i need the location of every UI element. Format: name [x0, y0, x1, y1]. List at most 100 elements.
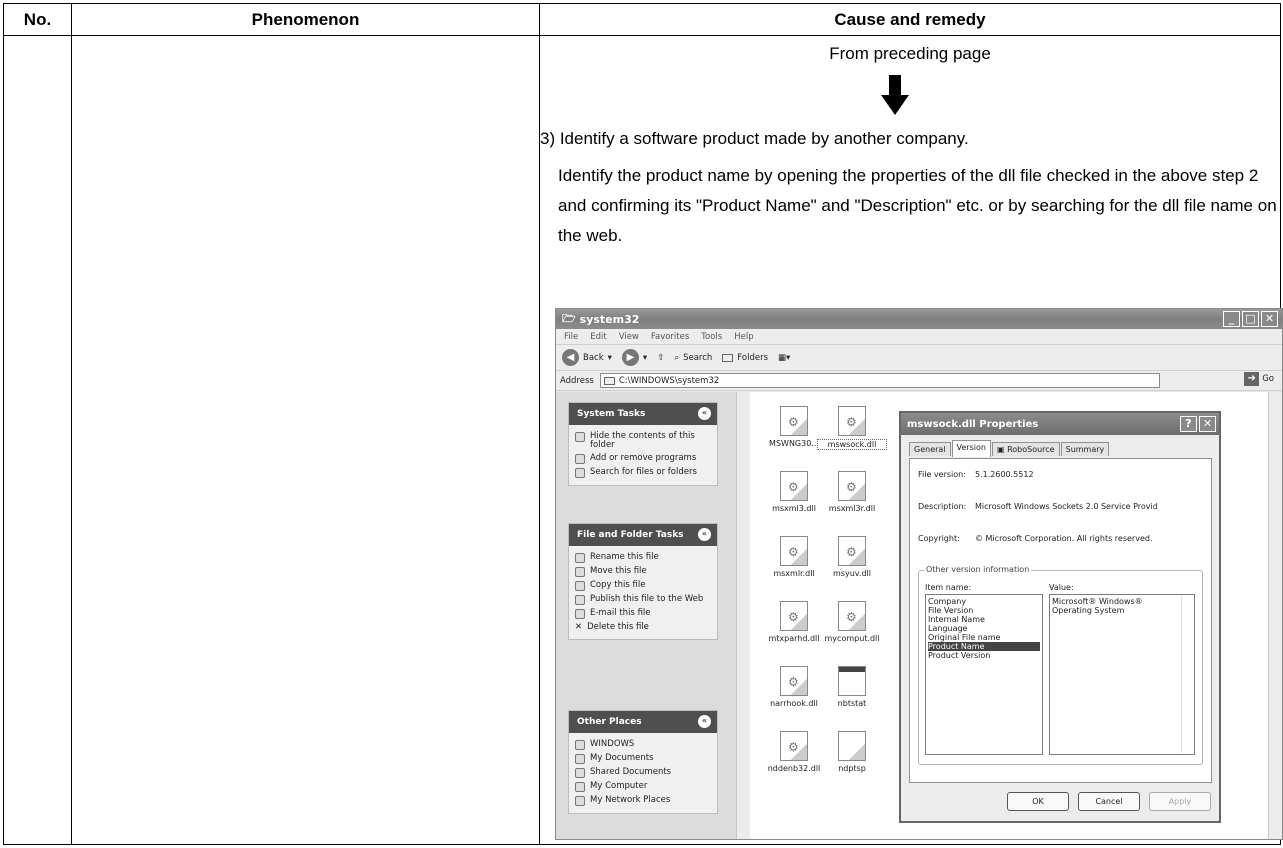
- dialog-close-button[interactable]: ✕: [1199, 416, 1216, 432]
- task-pane-scrollbar[interactable]: [736, 392, 750, 839]
- list-item[interactable]: Company: [928, 597, 1040, 606]
- dll-file-icon: ⚙: [838, 601, 866, 631]
- other-places-panel: Other Places « WINDOWS My Documents Shar…: [568, 710, 718, 814]
- tab-robosource[interactable]: ▣ RoboSource: [991, 442, 1060, 456]
- place-my-computer[interactable]: My Computer: [569, 780, 717, 794]
- explorer-titlebar[interactable]: 🗁 system32: [556, 309, 1282, 329]
- task-search[interactable]: Search for files or folders: [569, 466, 717, 480]
- dialog-footer: OK Cancel Apply: [901, 792, 1219, 811]
- other-version-info-group: Other version information Item name: Val…: [918, 565, 1203, 765]
- collapse-icon[interactable]: «: [698, 528, 711, 541]
- file-item[interactable]: ⚙ msyuv.dll: [817, 536, 887, 578]
- task-hide-contents[interactable]: Hide the contents of this folder: [569, 430, 717, 452]
- from-preceding-page: From preceding page: [829, 44, 991, 63]
- apply-button[interactable]: Apply: [1149, 792, 1211, 811]
- computer-icon: [575, 782, 585, 792]
- go-button[interactable]: ➜ Go: [1244, 372, 1274, 386]
- copyright-row: Copyright: © Microsoft Corporation. All r…: [918, 534, 1153, 543]
- list-item[interactable]: File Version: [928, 606, 1040, 615]
- ok-button[interactable]: OK: [1007, 792, 1069, 811]
- task-email[interactable]: E-mail this file: [569, 607, 717, 621]
- header-phenomenon: Phenomenon: [71, 3, 540, 36]
- forward-arrow-icon: ▶: [621, 349, 639, 366]
- file-folder-tasks-header[interactable]: File and Folder Tasks «: [569, 524, 717, 546]
- list-item[interactable]: Internal Name: [928, 615, 1040, 624]
- tab-summary[interactable]: Summary: [1060, 442, 1110, 456]
- version-tab-panel: File version: 5.1.2600.5512 Description: M…: [909, 458, 1212, 783]
- place-my-network[interactable]: My Network Places: [569, 794, 717, 808]
- system-tasks-header[interactable]: System Tasks «: [569, 403, 717, 425]
- header-cause-remedy: Cause and remedy: [539, 3, 1281, 36]
- dropdown-arrow-icon: ▾: [607, 352, 612, 363]
- programs-icon: [575, 454, 585, 464]
- close-button[interactable]: ✕: [1261, 311, 1278, 327]
- step-3-heading: 3) Identify a software product made by a…: [540, 129, 969, 148]
- place-windows[interactable]: WINDOWS: [569, 738, 717, 752]
- folders-button[interactable]: Folders: [722, 353, 768, 363]
- file-item[interactable]: ndptsp: [817, 731, 887, 773]
- place-shared-documents[interactable]: Shared Documents: [569, 766, 717, 780]
- go-label: Go: [1262, 374, 1274, 384]
- collapse-icon[interactable]: «: [698, 715, 711, 728]
- forward-button[interactable]: ▶ ▾: [621, 349, 647, 366]
- views-icon: ▦▾: [778, 352, 791, 363]
- tab-version[interactable]: Version: [951, 440, 991, 457]
- menu-edit[interactable]: Edit: [590, 332, 606, 342]
- back-button[interactable]: ◀ Back ▾: [562, 349, 612, 366]
- minimize-button[interactable]: _: [1223, 311, 1240, 327]
- go-arrow-icon: ➜: [1244, 372, 1260, 386]
- file-item[interactable]: ⚙ mycomput.dll: [817, 601, 887, 643]
- list-item[interactable]: Product Version: [928, 651, 1040, 660]
- menu-help[interactable]: Help: [734, 332, 753, 342]
- item-name-list[interactable]: Company File Version Internal Name Langu…: [925, 594, 1043, 755]
- value-box[interactable]: Microsoft® Windows® Operating System: [1049, 594, 1195, 755]
- toolbar: ◀ Back ▾ ▶ ▾ ⇧ ⌕ Search Folders ▦▾: [556, 345, 1282, 371]
- task-move[interactable]: Move this file: [569, 565, 717, 579]
- task-publish[interactable]: Publish this file to the Web: [569, 593, 717, 607]
- collapse-icon[interactable]: «: [698, 407, 711, 420]
- maximize-button[interactable]: □: [1242, 311, 1259, 327]
- cancel-button[interactable]: Cancel: [1078, 792, 1140, 811]
- value-label: Value:: [1049, 583, 1074, 592]
- menu-view[interactable]: View: [619, 332, 639, 342]
- task-pane: System Tasks « Hide the contents of this…: [556, 392, 736, 839]
- copy-icon: [575, 581, 585, 591]
- up-button[interactable]: ⇧: [657, 353, 664, 363]
- dialog-titlebar[interactable]: mswsock.dll Properties: [901, 413, 1219, 435]
- file-item[interactable]: ⚙ msxml3r.dll: [817, 471, 887, 513]
- system-tasks-panel: System Tasks « Hide the contents of this…: [568, 402, 718, 486]
- file-folder-tasks-panel: File and Folder Tasks « Rename this file…: [568, 523, 718, 640]
- search-button[interactable]: ⌕ Search: [674, 353, 712, 363]
- task-delete[interactable]: ✕ Delete this file: [569, 621, 717, 634]
- dll-file-icon: ⚙: [780, 601, 808, 631]
- cell-cause-remedy: From preceding page 3) Identify a softwa…: [539, 35, 1283, 845]
- dll-file-icon: ⚙: [780, 406, 808, 436]
- tab-general[interactable]: General: [909, 442, 951, 456]
- system-tasks-title: System Tasks: [577, 409, 646, 419]
- address-bar: Address C:\WINDOWS\system32: [556, 371, 1282, 391]
- file-list-scrollbar[interactable]: [1268, 392, 1282, 839]
- menu-favorites[interactable]: Favorites: [651, 332, 689, 342]
- group-label: Other version information: [924, 565, 1032, 574]
- file-item-selected[interactable]: ⚙ mswsock.dll: [817, 406, 887, 450]
- task-add-remove[interactable]: Add or remove programs: [569, 452, 717, 466]
- dll-file-icon: ⚙: [838, 406, 866, 436]
- task-copy[interactable]: Copy this file: [569, 579, 717, 593]
- address-input[interactable]: C:\WINDOWS\system32: [599, 373, 1160, 388]
- menu-tools[interactable]: Tools: [701, 332, 722, 342]
- search-icon: [575, 468, 585, 478]
- list-item-selected[interactable]: Product Name: [928, 642, 1040, 651]
- menu-file[interactable]: File: [564, 332, 578, 342]
- rename-icon: [575, 553, 585, 563]
- file-item[interactable]: nbtstat: [817, 666, 887, 708]
- down-arrow-icon: [881, 75, 909, 115]
- other-places-header[interactable]: Other Places «: [569, 711, 717, 733]
- views-button[interactable]: ▦▾: [778, 353, 790, 363]
- list-item[interactable]: Original File name: [928, 633, 1040, 642]
- list-item[interactable]: Language: [928, 624, 1040, 633]
- folder-icon: [575, 740, 585, 750]
- task-rename[interactable]: Rename this file: [569, 551, 717, 565]
- value-scrollbar[interactable]: [1181, 596, 1193, 753]
- help-button[interactable]: ?: [1180, 416, 1197, 432]
- place-my-documents[interactable]: My Documents: [569, 752, 717, 766]
